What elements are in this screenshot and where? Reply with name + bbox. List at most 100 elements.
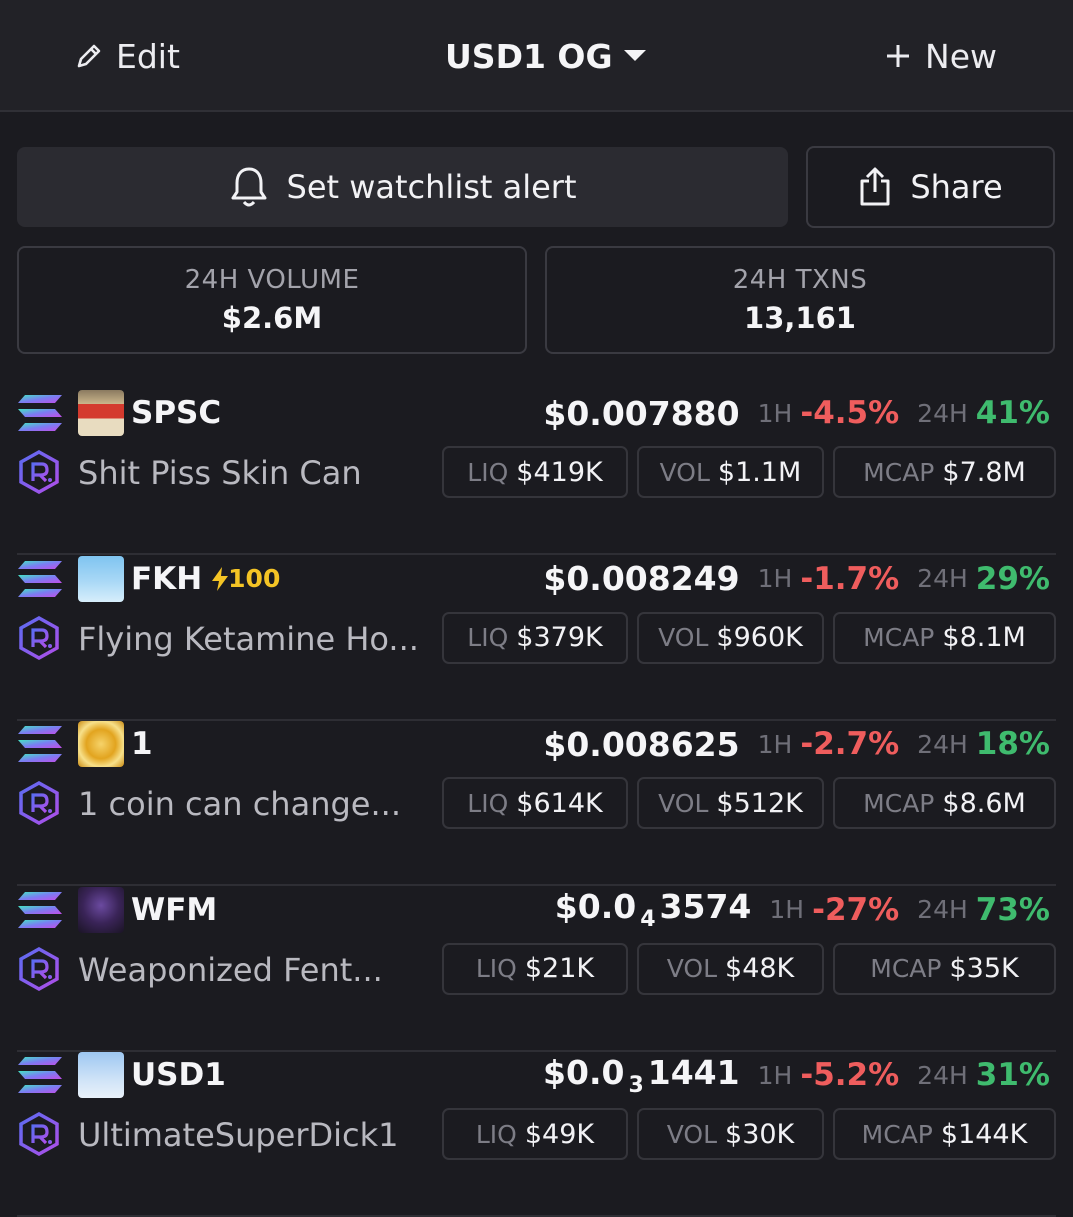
liquidity-pill: LIQ $49K xyxy=(442,1108,628,1160)
share-button[interactable]: Share xyxy=(806,146,1055,228)
token-image xyxy=(78,721,124,767)
solana-icon xyxy=(18,560,62,597)
share-label: Share xyxy=(910,168,1003,206)
mcap-label: MCAP xyxy=(861,1119,933,1149)
liq-value: $614K xyxy=(516,787,603,819)
raydium-icon xyxy=(19,450,59,494)
token-image xyxy=(78,390,124,436)
liquidity-pill: LIQ $21K xyxy=(442,942,628,995)
token-symbol: USD1 xyxy=(131,1057,226,1093)
alert-label: Set watchlist alert xyxy=(286,168,577,206)
volume-pill: VOL $1.1M xyxy=(637,446,824,498)
liquidity-pill: LIQ $614K xyxy=(442,777,628,829)
vol-label: VOL xyxy=(666,954,718,983)
mcap-value: $8.6M xyxy=(942,787,1026,819)
change-1h-label: 1H xyxy=(757,1060,793,1090)
token-row[interactable]: USD1 UltimateSuperDick1 $0.0 3 1441 1H -5.… xyxy=(0,1052,1073,1217)
change-24h-label: 24H xyxy=(917,1060,968,1090)
mcap-value: $8.1M xyxy=(942,622,1026,653)
change-1h-label: 1H xyxy=(757,564,793,593)
token-symbol: WFM xyxy=(131,891,218,928)
change-24h-value: 29% xyxy=(975,560,1050,597)
liq-label: LIQ xyxy=(475,954,517,983)
vol-value: $960K xyxy=(716,622,803,653)
mcap-label: MCAP xyxy=(870,954,942,983)
edit-label: Edit xyxy=(116,36,180,76)
token-name: Shit Piss Skin Can xyxy=(78,454,362,492)
mcap-value: $7.8M xyxy=(942,456,1026,488)
pencil-icon xyxy=(77,44,101,68)
token-image xyxy=(78,1052,124,1098)
volume-value: $2.6M xyxy=(221,301,323,335)
watchlist-selector[interactable]: USD1 OG xyxy=(445,34,647,78)
change-24h-value: 18% xyxy=(975,726,1050,762)
token-row[interactable]: 1 1 coin can change... $0.008625 1H -2.7… xyxy=(0,721,1073,886)
vol-value: $48K xyxy=(725,953,795,984)
set-watchlist-alert-button[interactable]: Set watchlist alert xyxy=(17,147,788,227)
bell-icon xyxy=(231,167,266,207)
liq-label: LIQ xyxy=(467,623,509,652)
change-1h-value: -27% xyxy=(812,891,900,928)
plus-icon xyxy=(887,45,910,67)
liq-value: $379K xyxy=(516,622,603,653)
token-price: $0.007880 xyxy=(543,393,740,433)
token-row[interactable]: SPSC Shit Piss Skin Can $0.007880 1H -4.… xyxy=(0,390,1073,555)
edit-button[interactable]: Edit xyxy=(74,34,180,78)
token-row[interactable]: FKH 100 Flying Ketamine Ho... $0.008249 … xyxy=(0,555,1073,721)
volume-pill: VOL $512K xyxy=(637,777,824,829)
txns-stat-card: 24H TXNS 13,161 xyxy=(545,246,1055,354)
liq-label: LIQ xyxy=(475,1119,517,1149)
mcap-label: MCAP xyxy=(863,457,935,487)
mcap-pill: MCAP $144K xyxy=(833,1108,1056,1160)
liq-value: $419K xyxy=(516,456,603,488)
change-24h-value: 31% xyxy=(975,1057,1050,1093)
token-symbol: SPSC xyxy=(131,395,222,431)
solana-icon xyxy=(18,726,62,762)
vol-value: $30K xyxy=(725,1118,795,1150)
token-image xyxy=(78,886,124,933)
raydium-icon xyxy=(19,946,59,991)
change-24h-label: 24H xyxy=(917,729,968,759)
mcap-value: $35K xyxy=(949,953,1019,984)
lightning-icon xyxy=(212,566,229,591)
liq-value: $49K xyxy=(524,1118,595,1150)
mcap-label: MCAP xyxy=(863,623,935,652)
token-name: Flying Ketamine Ho... xyxy=(78,619,419,658)
liq-label: LIQ xyxy=(467,788,509,818)
vol-label: VOL xyxy=(659,457,710,487)
token-symbol: FKH xyxy=(131,560,203,597)
volume-pill: VOL $960K xyxy=(637,611,824,664)
change-1h-value: -4.5% xyxy=(800,395,900,431)
change-1h-label: 1H xyxy=(757,398,793,428)
token-price: $0.008625 xyxy=(543,724,740,764)
vol-value: $512K xyxy=(716,787,803,819)
token-name: Weaponized Fent... xyxy=(78,950,383,989)
liq-label: LIQ xyxy=(467,457,509,487)
token-price: $0.0 3 1441 xyxy=(543,1052,740,1098)
vol-label: VOL xyxy=(666,1119,718,1149)
token-image xyxy=(78,555,124,602)
new-watchlist-button[interactable]: New xyxy=(885,34,997,78)
liquidity-pill: LIQ $379K xyxy=(442,611,628,664)
change-24h-label: 24H xyxy=(917,564,968,593)
token-name: UltimateSuperDick1 xyxy=(78,1116,399,1154)
change-24h-value: 41% xyxy=(975,395,1050,431)
volume-label: 24H VOLUME xyxy=(184,265,360,295)
change-1h-value: -2.7% xyxy=(800,726,900,762)
boost-count: 100 xyxy=(228,564,281,593)
mcap-pill: MCAP $8.6M xyxy=(833,777,1056,829)
boost-badge: 100 xyxy=(212,564,280,593)
volume-stat-card: 24H VOLUME $2.6M xyxy=(17,246,527,354)
vol-value: $1.1M xyxy=(717,456,802,488)
mcap-label: MCAP xyxy=(863,788,935,818)
change-24h-value: 73% xyxy=(975,891,1050,928)
token-name: 1 coin can change... xyxy=(78,785,401,823)
mcap-pill: MCAP $35K xyxy=(833,942,1056,995)
change-1h-value: -5.2% xyxy=(800,1057,900,1093)
token-row[interactable]: WFM Weaponized Fent... $0.0 4 3574 1H -27%… xyxy=(0,886,1073,1052)
solana-icon xyxy=(18,891,62,928)
change-1h-label: 1H xyxy=(769,895,805,924)
liquidity-pill: LIQ $419K xyxy=(442,446,628,498)
raydium-icon xyxy=(19,615,59,660)
mcap-pill: MCAP $7.8M xyxy=(833,446,1056,498)
